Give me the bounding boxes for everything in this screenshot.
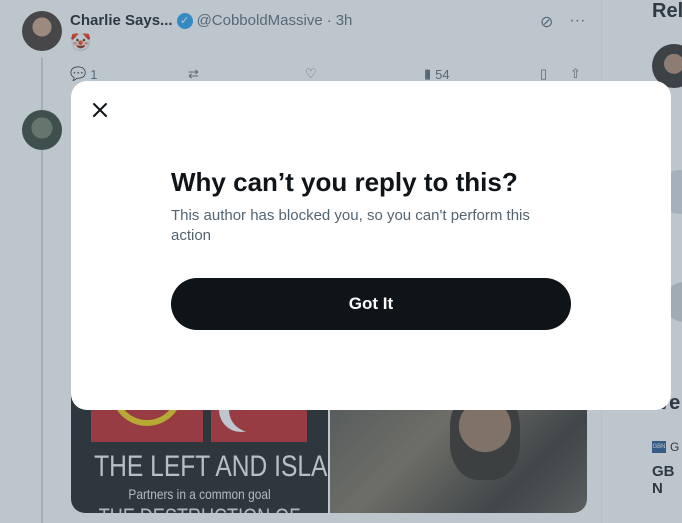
reply-restricted-dialog: Why can’t you reply to this? This author… — [71, 81, 671, 410]
close-icon — [93, 103, 107, 117]
dialog-title: Why can’t you reply to this? — [171, 167, 518, 197]
got-it-button[interactable]: Got It — [171, 278, 571, 330]
dialog-body: This author has blocked you, so you can'… — [171, 207, 530, 244]
close-button[interactable] — [83, 93, 117, 127]
